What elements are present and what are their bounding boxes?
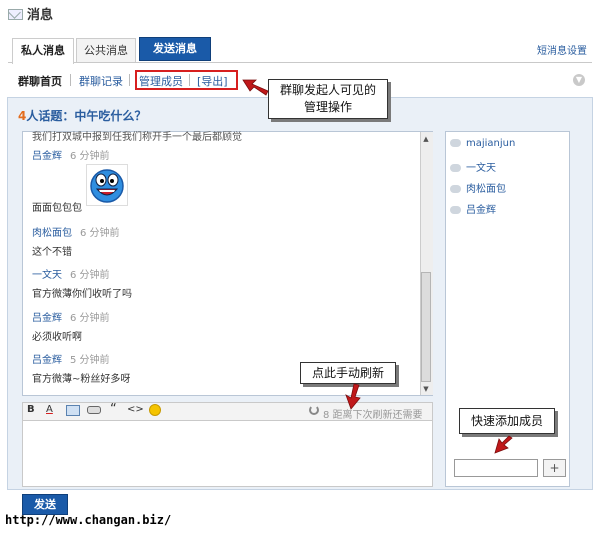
arrow-icon — [242, 79, 269, 96]
arrow-icon — [345, 383, 361, 410]
arrow-icon — [494, 435, 513, 454]
tab-private-messages[interactable]: 私人消息 — [12, 38, 74, 64]
watermark-url: http://www.changan.biz/ — [5, 513, 172, 527]
annotation-arrows — [242, 79, 513, 454]
